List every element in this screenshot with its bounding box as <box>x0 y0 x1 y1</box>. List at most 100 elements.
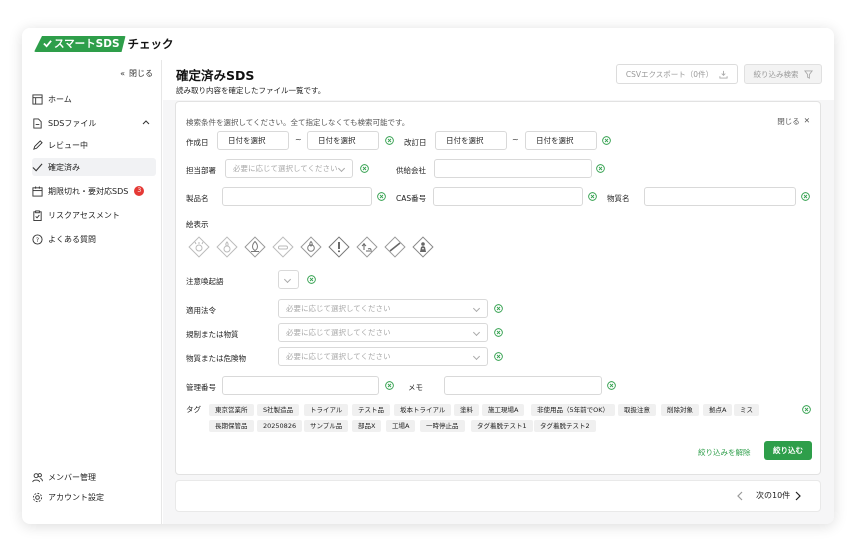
close-icon: ✕ <box>803 116 810 125</box>
tag-chip[interactable]: 非使用品（5年前でOK） <box>531 404 616 416</box>
csv-export-button[interactable]: CSVエクスポート（0件） <box>616 64 738 84</box>
clear-icon[interactable] <box>377 192 386 201</box>
next-page-button[interactable]: 次の10件 <box>756 490 802 501</box>
sidebar-collapse-button[interactable]: « 閉じる <box>120 68 153 79</box>
tag-chip[interactable]: 20250826 <box>257 420 303 432</box>
close-label: 閉じる <box>777 117 800 126</box>
clear-icon[interactable] <box>602 136 611 145</box>
tag-chip[interactable]: 東京営業所 <box>209 404 254 416</box>
range-dash: ~ <box>295 135 302 144</box>
tag-chip[interactable]: S社製造品 <box>257 404 300 416</box>
ghs-flame-over-circle-icon[interactable] <box>216 236 238 258</box>
check-icon <box>43 39 52 48</box>
tag-chip[interactable]: サンプル品 <box>304 420 349 432</box>
clear-icon[interactable] <box>360 164 369 173</box>
ghs-environment-icon[interactable] <box>356 236 378 258</box>
product-name-input[interactable] <box>222 187 372 206</box>
tag-chip[interactable]: 坂本トライアル <box>394 404 452 416</box>
chevron-left-icon[interactable] <box>736 491 744 501</box>
tag-chip[interactable]: 一時停止品 <box>420 420 465 432</box>
apply-filter-button[interactable]: 絞り込む <box>764 441 812 460</box>
sidebar-item-label: SDSファイル <box>48 118 97 128</box>
sidebar-item-expired[interactable]: 期限切れ・要対応SDS 3 <box>32 182 156 200</box>
memo-label: メモ <box>408 383 423 392</box>
ghs-corrosion-icon[interactable] <box>384 236 406 258</box>
sidebar-item-sds-files[interactable]: SDSファイル <box>32 114 156 132</box>
clear-icon[interactable] <box>607 381 616 390</box>
ghs-exclamation-mark-icon[interactable] <box>328 236 350 258</box>
supplier-input[interactable] <box>434 159 592 178</box>
created-to-input[interactable]: 日付を選択 <box>307 131 379 150</box>
management-number-label: 管理番号 <box>186 383 216 392</box>
revised-to-input[interactable]: 日付を選択 <box>525 131 597 150</box>
tag-chip[interactable]: タグ着脱テスト2 <box>534 420 596 432</box>
tag-chip[interactable]: 削除対象 <box>661 404 699 416</box>
clear-icon[interactable] <box>494 304 503 313</box>
department-select[interactable]: 必要に応じて選択してください <box>225 159 353 178</box>
management-number-input[interactable] <box>222 376 379 395</box>
applicable-law-select[interactable]: 必要に応じて選択してください <box>278 299 488 318</box>
clear-icon[interactable] <box>596 164 605 173</box>
chevron-right-icon <box>795 491 802 500</box>
revised-from-input[interactable]: 日付を選択 <box>435 131 507 150</box>
clear-icon[interactable] <box>802 405 811 414</box>
sidebar-item-home[interactable]: ホーム <box>32 90 156 108</box>
sidebar-item-label: 期限切れ・要対応SDS <box>48 186 129 196</box>
ghs-flame-icon[interactable] <box>244 236 266 258</box>
tag-chip[interactable]: 施工現場A <box>482 404 525 416</box>
tag-chip[interactable]: トライアル <box>304 404 349 416</box>
tag-chip[interactable]: テスト品 <box>352 404 390 416</box>
signal-word-select[interactable] <box>278 270 299 289</box>
tag-chip[interactable]: タグ着脱テスト1 <box>471 420 533 432</box>
sidebar-item-label: アカウント設定 <box>48 492 104 502</box>
memo-input[interactable] <box>444 376 602 395</box>
ghs-flame-circle-icon[interactable] <box>300 236 322 258</box>
ghs-exploding-bomb-icon[interactable] <box>188 236 210 258</box>
cas-number-label: CAS番号 <box>396 194 427 203</box>
clear-filter-link[interactable]: 絞り込みを解除 <box>698 447 751 458</box>
clear-icon[interactable] <box>307 275 316 284</box>
ghs-health-hazard-icon[interactable] <box>412 236 434 258</box>
chevron-up-icon <box>142 120 150 125</box>
sidebar-item-confirmed[interactable]: 確定済み <box>32 158 156 176</box>
clear-icon[interactable] <box>385 381 394 390</box>
logo-sub-text: チェック <box>127 37 174 51</box>
tag-chip[interactable]: 拠点A <box>703 404 733 416</box>
tag-chip[interactable]: 工場A <box>386 420 416 432</box>
sidebar-item-account[interactable]: アカウント設定 <box>32 488 156 506</box>
csv-export-label: CSVエクスポート（0件） <box>625 69 714 79</box>
sidebar: « 閉じる ホーム SDSファイル レビュー中 確定済み 期限切れ・要対応SDS… <box>22 60 162 524</box>
created-date-label: 作成日 <box>186 138 209 147</box>
notification-badge: 3 <box>134 186 145 196</box>
users-icon <box>32 472 43 482</box>
page-header: 確定済みSDS 読み取り内容を確定したファイル一覧です。 CSVエクスポート（0… <box>163 60 834 100</box>
layout-icon <box>32 93 43 105</box>
regulated-substance-select[interactable]: 必要に応じて選択してください <box>278 323 488 342</box>
tag-chip[interactable]: ミス <box>734 404 759 416</box>
pictogram-label: 絵表示 <box>186 220 209 229</box>
created-from-input[interactable]: 日付を選択 <box>217 131 289 150</box>
tag-chip[interactable]: 塗料 <box>454 404 479 416</box>
sidebar-item-label: レビュー中 <box>48 140 88 150</box>
sidebar-item-members[interactable]: メンバー管理 <box>32 468 156 486</box>
hazardous-material-select[interactable]: 必要に応じて選択してください <box>278 347 488 366</box>
tag-chip[interactable]: 取扱注意 <box>618 404 656 416</box>
sidebar-item-risk[interactable]: リスクアセスメント <box>32 206 156 224</box>
sidebar-item-faq[interactable]: ? よくある質問 <box>32 230 156 248</box>
clear-icon[interactable] <box>494 352 503 361</box>
clear-icon[interactable] <box>385 136 394 145</box>
app-logo[interactable]: スマートSDS チェック <box>34 36 174 52</box>
clear-icon[interactable] <box>801 192 810 201</box>
clear-icon[interactable] <box>494 328 503 337</box>
ghs-gas-cylinder-icon[interactable] <box>272 236 294 258</box>
close-filter-button[interactable]: 閉じる ✕ <box>777 116 810 127</box>
tag-chip[interactable]: 部品X <box>352 420 382 432</box>
sidebar-item-review[interactable]: レビュー中 <box>32 136 156 154</box>
tag-chip[interactable]: 長期保管品 <box>209 420 254 432</box>
cas-number-input[interactable] <box>433 187 583 206</box>
substance-name-input[interactable] <box>644 187 796 206</box>
page-title: 確定済みSDS <box>176 68 255 83</box>
document-icon <box>33 117 42 129</box>
clear-icon[interactable] <box>588 192 597 201</box>
filter-search-button[interactable]: 絞り込み検索 <box>744 64 822 84</box>
